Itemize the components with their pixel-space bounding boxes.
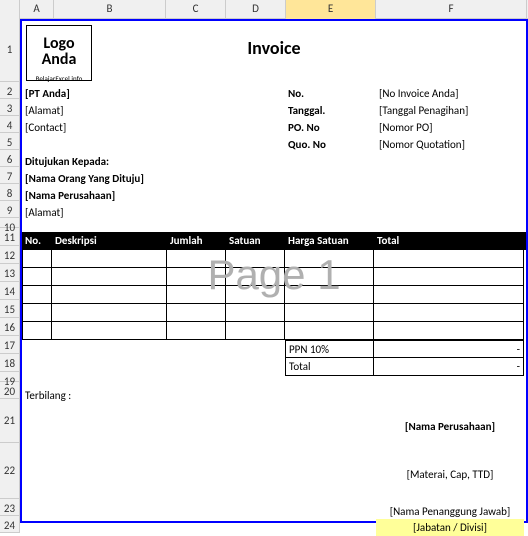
sign-stamp[interactable]: [Materai, Cap, TTD]	[376, 466, 524, 483]
row-header-1[interactable]: 1	[0, 19, 20, 82]
table-header: No. Deskripsi Jumlah Satuan Harga Satuan…	[22, 232, 526, 250]
col-header-B[interactable]: B	[54, 0, 166, 19]
recipient-heading[interactable]: Ditujukan Kepada:	[22, 153, 112, 170]
column-headers: A B C D E F	[0, 0, 528, 19]
total-value: -	[374, 358, 524, 376]
sender-company[interactable]: [PT Anda]	[22, 85, 73, 102]
invoice-title: Invoice	[22, 37, 526, 59]
row-header-13[interactable]: 13	[0, 264, 20, 282]
summary-ppn[interactable]: PPN 10% -	[285, 340, 525, 358]
th-harga: Harga Satuan	[285, 232, 374, 250]
ppn-label: PPN 10%	[285, 340, 374, 358]
table-row[interactable]	[22, 268, 526, 286]
table-row[interactable]	[22, 250, 526, 268]
row-header-24[interactable]: 24	[0, 516, 20, 533]
row-header-2[interactable]: 2	[0, 82, 20, 99]
table-row[interactable]	[22, 304, 526, 322]
terbilang-label[interactable]: Terbilang :	[22, 387, 74, 404]
row-header-3[interactable]: 3	[0, 99, 20, 116]
row-header-18[interactable]: 18	[0, 354, 20, 372]
spreadsheet-view: A B C D E F 1 2 3 4 5 6 7 8 9 10 11 12 1…	[0, 0, 528, 523]
col-header-E[interactable]: E	[286, 0, 376, 19]
label-tanggal[interactable]: Tanggal.	[285, 102, 328, 119]
logo-subtext: BelajarExcel.info	[27, 74, 91, 83]
th-no: No.	[22, 232, 52, 250]
row-header-4[interactable]: 4	[0, 116, 20, 133]
th-deskripsi: Deskripsi	[52, 232, 167, 250]
worksheet-grid[interactable]: Logo Anda BelajarExcel.info Invoice [PT …	[20, 19, 528, 523]
sign-pic[interactable]: [Nama Penanggung Jawab]	[376, 503, 524, 520]
row-header-9[interactable]: 9	[0, 201, 20, 218]
label-no[interactable]: No.	[285, 85, 307, 102]
row-header-23[interactable]: 23	[0, 499, 20, 516]
th-total: Total	[374, 232, 524, 250]
total-label: Total	[285, 358, 374, 376]
label-po[interactable]: PO. No	[285, 119, 323, 136]
table-row[interactable]	[22, 322, 526, 340]
th-jumlah: Jumlah	[167, 232, 226, 250]
value-no[interactable]: [No Invoice Anda]	[376, 85, 462, 102]
recipient-name[interactable]: [Nama Orang Yang Dituju]	[22, 170, 147, 187]
row-header-7[interactable]: 7	[0, 167, 20, 184]
row-header-12[interactable]: 12	[0, 246, 20, 264]
row-header-10[interactable]: 10	[0, 218, 20, 228]
row-header-14[interactable]: 14	[0, 282, 20, 300]
row-header-20[interactable]: 20	[0, 382, 20, 399]
summary-total[interactable]: Total -	[285, 358, 525, 376]
row-headers: 1 2 3 4 5 6 7 8 9 10 11 12 13 14 15 16 1…	[0, 19, 20, 533]
col-header-C[interactable]: C	[166, 0, 226, 19]
sign-company[interactable]: [Nama Perusahaan]	[376, 418, 524, 435]
value-quo[interactable]: [Nomor Quotation]	[376, 136, 468, 153]
row-header-22[interactable]: 22	[0, 443, 20, 499]
recipient-address[interactable]: [Alamat]	[22, 204, 67, 221]
sign-role[interactable]: [Jabatan / Divisi]	[376, 519, 524, 536]
row-header-5[interactable]: 5	[0, 133, 20, 150]
value-po[interactable]: [Nomor PO]	[376, 119, 436, 136]
table-row[interactable]	[22, 286, 526, 304]
row-header-21[interactable]: 21	[0, 399, 20, 443]
select-all-corner[interactable]	[0, 0, 20, 19]
row-header-19[interactable]: 19	[0, 372, 20, 382]
sender-address[interactable]: [Alamat]	[22, 102, 67, 119]
th-satuan: Satuan	[226, 232, 285, 250]
col-header-A[interactable]: A	[20, 0, 54, 19]
col-header-D[interactable]: D	[226, 0, 286, 19]
ppn-value: -	[374, 340, 524, 358]
row-header-6[interactable]: 6	[0, 150, 20, 167]
row-header-17[interactable]: 17	[0, 336, 20, 354]
row-header-8[interactable]: 8	[0, 184, 20, 201]
recipient-company[interactable]: [Nama Perusahaan]	[22, 187, 118, 204]
row-header-16[interactable]: 16	[0, 318, 20, 336]
col-header-F[interactable]: F	[376, 0, 527, 19]
row-header-11[interactable]: 11	[0, 228, 20, 246]
value-tanggal[interactable]: [Tanggal Penagihan]	[376, 102, 471, 119]
row-header-15[interactable]: 15	[0, 300, 20, 318]
sender-contact[interactable]: [Contact]	[22, 119, 69, 136]
label-quo[interactable]: Quo. No	[285, 136, 329, 153]
